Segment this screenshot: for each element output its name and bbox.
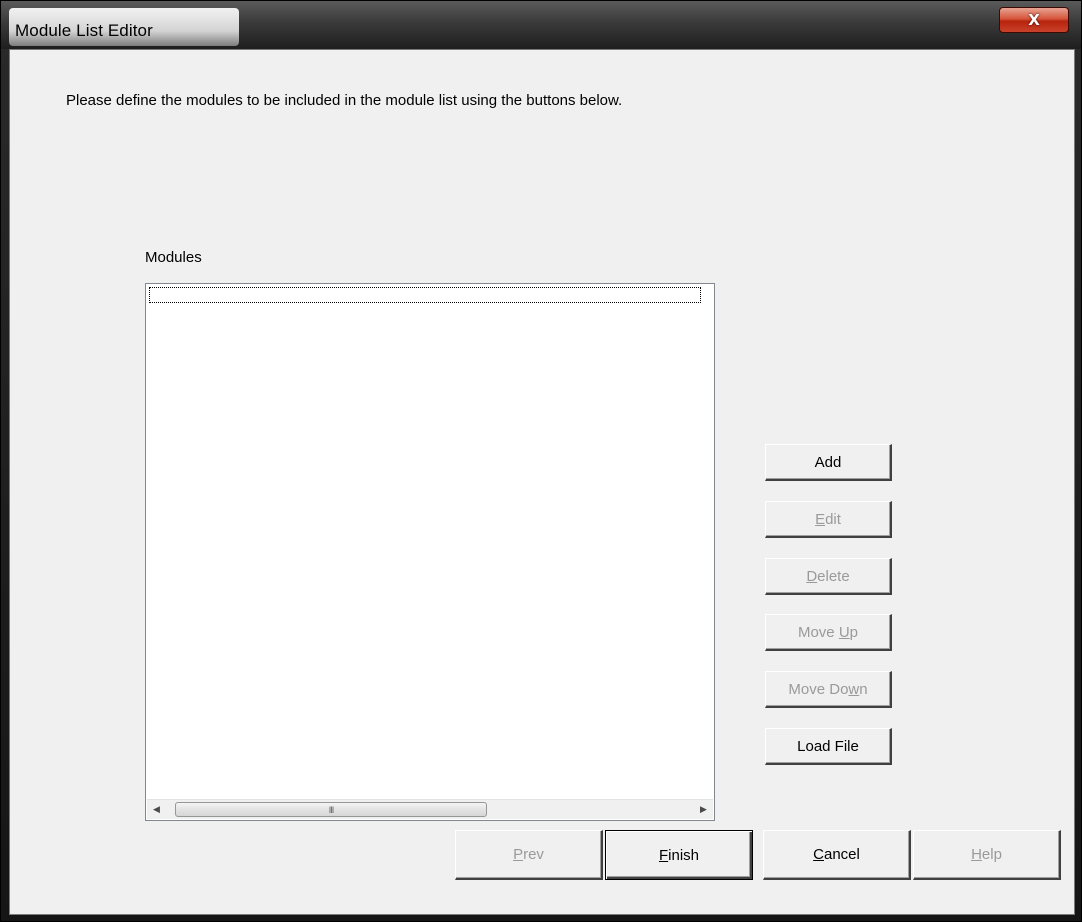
delete-button[interactable]: Delete [765, 558, 892, 595]
cancel-button-label: Cancel [813, 846, 860, 863]
title-bar[interactable]: Module List Editor X [1, 1, 1081, 49]
add-button-label: Add [814, 453, 842, 471]
edit-button[interactable]: Edit [765, 501, 892, 538]
move-down-button[interactable]: Move Down [765, 671, 892, 708]
modules-label: Modules [145, 249, 202, 266]
move-up-button-label: Move Up [797, 623, 859, 641]
move-down-button-label: Move Down [788, 680, 868, 698]
prev-button-label: Prev [513, 846, 544, 863]
load-file-button-label: Load File [797, 737, 859, 755]
help-button-label: Help [971, 846, 1002, 863]
add-button[interactable]: Add [765, 444, 892, 481]
edit-button-label: Edit [815, 510, 841, 528]
load-file-button[interactable]: Load File [765, 728, 892, 765]
list-focus-row[interactable] [149, 287, 701, 303]
finish-button[interactable]: Finish [605, 830, 753, 880]
help-button[interactable]: Help [913, 830, 1061, 880]
arrow-right-icon[interactable]: ▶ [694, 800, 713, 819]
module-list-editor-window: Module List Editor X Please define the m… [0, 0, 1082, 922]
window-title: Module List Editor [15, 21, 153, 40]
scrollbar-thumb[interactable]: III [175, 802, 487, 817]
close-button[interactable]: X [999, 7, 1069, 33]
finish-button-label: Finish [658, 846, 700, 864]
dialog-body: Please define the modules to be included… [9, 49, 1075, 915]
prev-button[interactable]: Prev [455, 830, 603, 880]
instructions-text: Please define the modules to be included… [66, 92, 623, 109]
grip-icon: III [328, 804, 334, 815]
modules-listbox[interactable]: ◀ III ▶ [145, 283, 715, 821]
arrow-left-icon[interactable]: ◀ [147, 800, 166, 819]
delete-button-label: Delete [806, 567, 850, 585]
cancel-button[interactable]: Cancel [763, 830, 911, 880]
horizontal-scrollbar[interactable]: ◀ III ▶ [147, 799, 713, 819]
move-up-button[interactable]: Move Up [765, 614, 892, 651]
close-icon: X [1028, 11, 1040, 29]
